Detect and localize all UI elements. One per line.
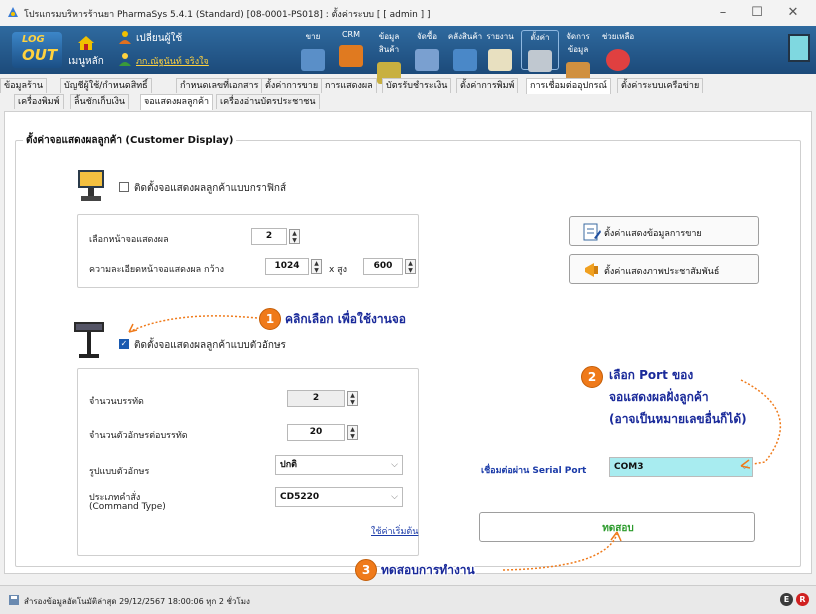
tab-customer-display[interactable]: จอแสดงผลลูกค้า — [140, 94, 214, 110]
sale-icon — [301, 49, 325, 71]
tab-print-settings[interactable]: ตั้งค่าการพิมพ์ — [456, 78, 519, 93]
tab-sales-settings[interactable]: ตั้งค่าการขาย — [261, 78, 323, 93]
purchase-icon — [415, 49, 439, 71]
callout-3-arrowhead — [610, 531, 622, 542]
exit-icon[interactable] — [788, 34, 810, 62]
toolbar-report[interactable]: รายงาน — [482, 30, 518, 71]
person-icon — [118, 52, 132, 66]
user-name: ภก.ณัฐนันท์ จริงใจ — [136, 57, 209, 67]
tab-shop-info[interactable]: ข้อมูลร้าน — [0, 78, 48, 93]
logout-top-text: LOG — [22, 34, 45, 45]
callout-2-badge: 2 — [581, 366, 603, 388]
callout-1-text: คลิกเลือก เพื่อใช้งานจอ — [285, 312, 407, 326]
app-icon — [6, 5, 20, 19]
tab-user-accounts[interactable]: บัญชีผู้ใช้/กำหนดสิทธิ์ — [60, 78, 152, 93]
callout-1-badge: 1 — [259, 308, 281, 330]
tab-payment-cards[interactable]: บัตรรับชำระเงิน — [382, 78, 452, 93]
callout-1-arrow — [128, 315, 258, 333]
stock-icon — [453, 49, 477, 71]
callout-3-arrow — [502, 533, 618, 571]
tab-cash-drawer[interactable]: ลิ้นชักเก็บเงิน — [70, 94, 130, 109]
tab-display[interactable]: การแสดงผล — [321, 78, 377, 93]
callout-2-line1: เลือก Port ของ — [609, 368, 694, 382]
logout-button[interactable]: LOG OUT — [12, 32, 62, 68]
tabs-row-2: เครื่องพิมพ์ ลิ้นชักเก็บเงิน จอแสดงผลลูก… — [0, 94, 816, 110]
backup-icon — [8, 594, 20, 606]
tab-printer[interactable]: เครื่องพิมพ์ — [14, 94, 64, 109]
toolbar-purchase[interactable]: จัดซื้อ — [409, 30, 445, 71]
backup-status-text: สำรองข้อมูลอัตโนมัติล่าสุด 29/12/2567 18… — [24, 597, 250, 606]
badge-r: R — [796, 593, 809, 606]
crm-icon — [339, 45, 363, 67]
status-bar: สำรองข้อมูลอัตโนมัติล่าสุด 29/12/2567 18… — [0, 585, 816, 614]
home-icon — [78, 36, 94, 50]
tabs-row-1: ข้อมูลร้าน บัญชีผู้ใช้/กำหนดสิทธิ์ กำหนด… — [0, 78, 816, 94]
callout-2-line2: จอแสดงผลฝั่งลูกค้า — [609, 390, 709, 404]
toolbar-crm[interactable]: CRM — [333, 30, 369, 67]
callout-3-badge: 3 — [355, 559, 377, 581]
tab-device-connection[interactable]: การเชื่อมต่ออุปกรณ์ — [526, 78, 611, 94]
settings-panel: ตั้งค่าจอแสดงผลลูกค้า (Customer Display)… — [4, 111, 812, 581]
callout-3-text: ทดสอบการทำงาน — [381, 563, 475, 577]
toolbar-data[interactable]: จัดการข้อมูล — [560, 30, 596, 84]
logout-bottom-text: OUT — [22, 46, 58, 64]
tab-network-settings[interactable]: ตั้งค่าระบบเครือข่าย — [617, 78, 704, 93]
help-icon — [606, 49, 630, 71]
title-bar: โปรแกรมบริหารร้านยา PharmaSys 5.4.1 (Sta… — [0, 0, 816, 27]
toolbar-help[interactable]: ช่วยเหลือ — [600, 30, 636, 71]
home-label: เมนูหลัก — [68, 56, 104, 67]
close-button[interactable]: ✕ — [778, 4, 808, 22]
badge-e: E — [780, 593, 793, 606]
toolbar-sale[interactable]: ขาย — [295, 30, 331, 71]
toolbar-settings[interactable]: ตั้งค่า — [521, 30, 559, 72]
window-title: โปรแกรมบริหารร้านยา PharmaSys 5.4.1 (Sta… — [24, 10, 431, 20]
callout-arrows — [128, 315, 782, 571]
toolbar-stock[interactable]: คลังสินค้า — [447, 30, 483, 71]
callout-1-arrowhead — [128, 323, 138, 333]
settings-icon — [528, 50, 552, 72]
maximize-button[interactable]: ☐ — [742, 4, 772, 22]
change-user-button[interactable]: เปลี่ยนผู้ใช้ — [136, 31, 182, 46]
tab-doc-numbers[interactable]: กำหนดเลขที่เอกสาร — [176, 78, 263, 93]
callout-2-arrowhead — [740, 459, 751, 469]
callout-2-line3: (อาจเป็นหมายเลขอื่นก็ได้) — [609, 412, 747, 426]
toolbar-product[interactable]: ข้อมูลสินค้า — [371, 30, 407, 84]
minimize-button[interactable]: – — [708, 4, 738, 22]
home-button[interactable]: เมนูหลัก — [66, 32, 106, 70]
report-icon — [488, 49, 512, 71]
main-toolbar: LOG OUT เมนูหลัก เปลี่ยนผู้ใช้ ภก.ณัฐนัน… — [0, 26, 816, 84]
tab-id-card-reader[interactable]: เครื่องอ่านบัตรประชาชน — [216, 94, 320, 109]
